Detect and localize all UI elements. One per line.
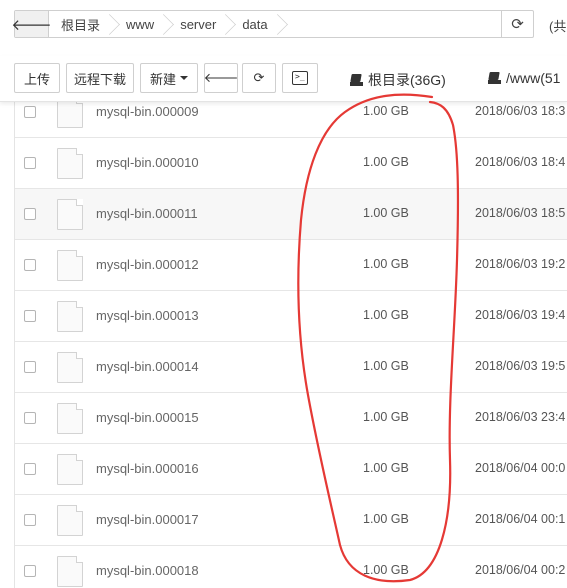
- breadcrumb-item-server[interactable]: server: [168, 11, 230, 37]
- row-checkbox[interactable]: [24, 310, 36, 322]
- file-name[interactable]: mysql-bin.000013: [96, 308, 199, 323]
- table-row[interactable]: mysql-bin.000014 1.00 GB 2018/06/03 19:5: [15, 342, 567, 393]
- file-icon: [57, 505, 83, 536]
- back-button[interactable]: 🡐: [204, 63, 238, 93]
- file-size: 1.00 GB: [363, 512, 409, 526]
- file-icon: [57, 301, 83, 332]
- row-checkbox[interactable]: [24, 361, 36, 373]
- toolbar: 上传 远程下载 新建 🡐 ⟳ >_ 根目录(36G) /www(51: [0, 56, 567, 102]
- file-name[interactable]: mysql-bin.000017: [96, 512, 199, 527]
- path-input-area[interactable]: [282, 11, 501, 37]
- file-date: 2018/06/03 23:4: [475, 410, 566, 424]
- row-checkbox[interactable]: [24, 259, 36, 271]
- table-row[interactable]: mysql-bin.000009 1.00 GB 2018/06/03 18:3: [15, 102, 567, 138]
- new-button-label: 新建: [149, 71, 176, 87]
- breadcrumb-item-www[interactable]: www: [114, 11, 168, 37]
- file-date: 2018/06/04 00:2: [475, 563, 566, 577]
- table-row[interactable]: mysql-bin.000012 1.00 GB 2018/06/03 19:2: [15, 240, 567, 291]
- file-name[interactable]: mysql-bin.000011: [96, 206, 198, 221]
- row-checkbox[interactable]: [24, 463, 36, 475]
- file-icon: [57, 352, 83, 383]
- disk-root[interactable]: 根目录(36G): [350, 70, 446, 90]
- table-row[interactable]: mysql-bin.000010 1.00 GB 2018/06/03 18:4: [15, 138, 567, 189]
- file-date: 2018/06/04 00:0: [475, 461, 566, 475]
- table-row[interactable]: mysql-bin.000011 1.00 GB 2018/06/03 18:5: [15, 189, 567, 240]
- breadcrumb-item-root[interactable]: 根目录: [49, 11, 114, 37]
- hard-drive-icon: [350, 74, 363, 86]
- breadcrumb-label: data: [242, 16, 268, 32]
- caret-down-icon: [180, 76, 188, 80]
- file-size: 1.00 GB: [363, 410, 409, 424]
- file-date: 2018/06/03 19:4: [475, 308, 566, 322]
- disk-www[interactable]: /www(51: [488, 70, 560, 86]
- table-row[interactable]: mysql-bin.000016 1.00 GB 2018/06/04 00:0: [15, 444, 567, 495]
- table-row[interactable]: mysql-bin.000018 1.00 GB 2018/06/04 00:2: [15, 546, 567, 588]
- refresh-button[interactable]: ⟳: [242, 63, 276, 93]
- table-row[interactable]: mysql-bin.000015 1.00 GB 2018/06/03 23:4: [15, 393, 567, 444]
- file-name[interactable]: mysql-bin.000012: [96, 257, 199, 272]
- breadcrumb-label: 根目录: [61, 17, 101, 33]
- hard-drive-icon: [488, 72, 501, 84]
- file-icon: [57, 250, 83, 281]
- row-checkbox[interactable]: [24, 208, 36, 220]
- file-date: 2018/06/03 19:2: [475, 257, 566, 271]
- row-checkbox[interactable]: [24, 565, 36, 577]
- file-icon: [57, 556, 83, 587]
- file-icon: [57, 199, 83, 230]
- file-date: 2018/06/03 18:3: [475, 104, 566, 118]
- disk-label: /www(51: [506, 70, 561, 86]
- file-size: 1.00 GB: [363, 155, 409, 169]
- remote-download-button[interactable]: 远程下载: [66, 63, 134, 93]
- file-size: 1.00 GB: [363, 308, 409, 322]
- file-icon: [57, 454, 83, 485]
- refresh-icon[interactable]: ⟳: [501, 11, 533, 37]
- file-size: 1.00 GB: [363, 563, 409, 577]
- terminal-icon: >_: [292, 71, 308, 85]
- row-checkbox[interactable]: [24, 514, 36, 526]
- table-row[interactable]: mysql-bin.000017 1.00 GB 2018/06/04 00:1: [15, 495, 567, 546]
- table-row[interactable]: mysql-bin.000013 1.00 GB 2018/06/03 19:4: [15, 291, 567, 342]
- file-size: 1.00 GB: [363, 359, 409, 373]
- file-date: 2018/06/03 19:5: [475, 359, 566, 373]
- breadcrumb: 🡐 根目录 www server data ⟳: [11, 10, 534, 38]
- file-name[interactable]: mysql-bin.000018: [96, 563, 199, 578]
- file-size: 1.00 GB: [363, 461, 409, 475]
- file-date: 2018/06/03 18:4: [475, 155, 566, 169]
- file-icon: [57, 148, 83, 179]
- back-arrow-icon: 🡐: [203, 70, 239, 85]
- file-name[interactable]: mysql-bin.000016: [96, 461, 199, 476]
- breadcrumb-label: www: [126, 16, 155, 32]
- file-name[interactable]: mysql-bin.000014: [96, 359, 199, 374]
- terminal-button[interactable]: >_: [282, 63, 318, 93]
- row-checkbox[interactable]: [24, 412, 36, 424]
- file-size: 1.00 GB: [363, 206, 409, 220]
- breadcrumb-label: server: [180, 16, 217, 32]
- refresh-icon: ⟳: [253, 70, 265, 85]
- file-icon: [57, 403, 83, 434]
- file-name[interactable]: mysql-bin.000015: [96, 410, 199, 425]
- upload-button[interactable]: 上传: [14, 63, 60, 93]
- file-count-text: (共: [549, 19, 567, 34]
- back-arrow-icon[interactable]: 🡐: [11, 11, 52, 37]
- file-date: 2018/06/04 00:1: [475, 512, 566, 526]
- file-size: 1.00 GB: [363, 257, 409, 271]
- breadcrumb-item-data[interactable]: data: [230, 11, 281, 37]
- file-name[interactable]: mysql-bin.000009: [96, 104, 199, 119]
- file-name[interactable]: mysql-bin.000010: [96, 155, 199, 170]
- file-list: mysql-bin.000009 1.00 GB 2018/06/03 18:3…: [14, 102, 567, 588]
- disk-label: 根目录(36G): [368, 72, 446, 88]
- row-checkbox[interactable]: [24, 157, 36, 169]
- row-checkbox[interactable]: [24, 106, 36, 118]
- file-date: 2018/06/03 18:5: [475, 206, 566, 220]
- new-dropdown-button[interactable]: 新建: [140, 63, 198, 93]
- file-icon: [57, 102, 83, 128]
- file-size: 1.00 GB: [363, 104, 409, 118]
